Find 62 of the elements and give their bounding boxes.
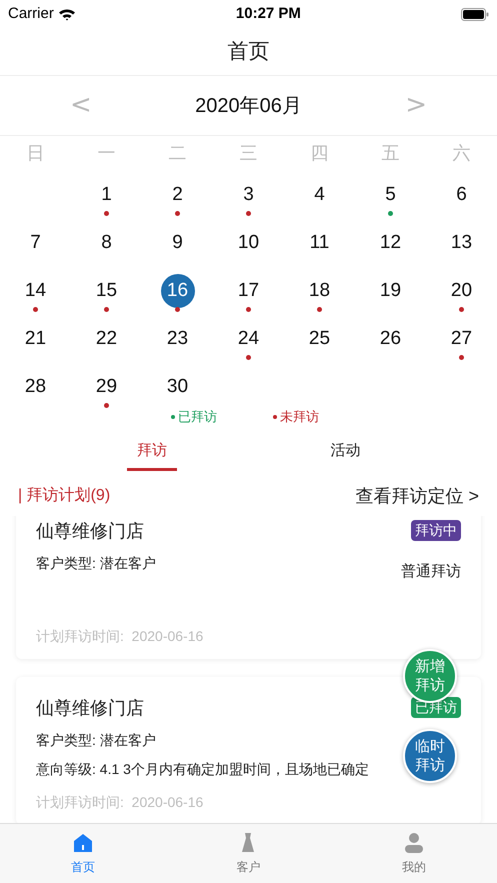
status-tag: 拜访中: [411, 520, 461, 541]
calendar-day[interactable]: 30: [160, 370, 194, 404]
weekday-label: 六: [452, 142, 472, 164]
store-name: 仙尊维修门店: [36, 696, 144, 720]
calendar-day[interactable]: 4: [302, 178, 336, 212]
legend-label: 未拜访: [280, 408, 319, 426]
calendar-day[interactable]: 19: [374, 274, 408, 308]
calendar-day[interactable]: 29: [90, 370, 124, 404]
clock: 10:27 PM: [236, 4, 301, 24]
planned-time: 计划拜访时间: 2020-06-16: [36, 626, 204, 646]
calendar-day[interactable]: 11: [302, 226, 336, 260]
calendar-day[interactable]: 10: [232, 226, 266, 260]
tab-bar-item[interactable]: 我的: [331, 824, 497, 883]
calendar-day[interactable]: 16: [160, 274, 194, 308]
intent-level: 意向等级: 4.1 3个月内有确定加盟时间，且场地已确定: [36, 760, 369, 778]
month-title: 2020年06月: [195, 94, 302, 118]
calendar-day[interactable]: 22: [90, 322, 124, 356]
weekday-label: 四: [310, 142, 330, 164]
calendar-day[interactable]: 17: [232, 274, 266, 308]
calendar-day[interactable]: 8: [90, 226, 124, 260]
visit-type: 普通拜访: [401, 562, 461, 582]
calendar-day[interactable]: 12: [374, 226, 408, 260]
section-tab[interactable]: 活动: [320, 435, 370, 471]
calendar-day[interactable]: 14: [18, 274, 52, 308]
customer-type: 客户类型: 潜在客户: [36, 554, 156, 573]
calendar-day[interactable]: 28: [18, 370, 52, 404]
calendar-day[interactable]: 2: [160, 178, 194, 212]
calendar-day[interactable]: 25: [302, 322, 336, 356]
calendar-day[interactable]: 24: [232, 322, 266, 356]
weekday-label: 五: [380, 142, 400, 164]
calendar-day[interactable]: 23: [160, 322, 194, 356]
calendar-day[interactable]: 7: [18, 226, 52, 260]
calendar-day[interactable]: 3: [232, 178, 266, 212]
calendar-day[interactable]: 26: [374, 322, 408, 356]
weekday-label: 三: [238, 142, 258, 164]
calendar-day[interactable]: 15: [90, 274, 124, 308]
calendar-day[interactable]: 21: [18, 322, 52, 356]
page-title: 首页: [228, 38, 270, 65]
weekday-label: 一: [96, 142, 116, 164]
planned-time: 计划拜访时间: 2020-06-16: [36, 792, 204, 812]
legend-label: 已拜访: [178, 408, 217, 426]
tab-bar-item[interactable]: 首页: [0, 824, 166, 883]
battery-icon: [460, 8, 489, 20]
wifi-icon: [58, 8, 76, 20]
tab-bar-item[interactable]: 客户: [166, 824, 332, 883]
weekday-label: 日: [26, 142, 46, 164]
store-name: 仙尊维修门店: [36, 520, 144, 543]
calendar-day[interactable]: 20: [444, 274, 478, 308]
calendar-day[interactable]: 18: [302, 274, 336, 308]
calendar-day[interactable]: 6: [444, 178, 478, 212]
calendar-day[interactable]: 9: [160, 226, 194, 260]
calendar-day[interactable]: 27: [444, 322, 478, 356]
customer-type: 客户类型: 潜在客户: [36, 730, 156, 750]
calendar-day[interactable]: 13: [444, 226, 478, 260]
plan-heading: | 拜访计划(9): [18, 486, 110, 506]
view-location-link[interactable]: 查看拜访定位 >: [355, 482, 479, 510]
carrier: Carrier: [8, 4, 54, 24]
calendar-day[interactable]: 5: [374, 178, 408, 212]
section-tab[interactable]: 拜访: [126, 435, 177, 471]
visit-card[interactable]: 仙尊维修门店 拜访中 客户类型: 潜在客户 普通拜访 计划拜访时间: 2020-06-16: [16, 516, 481, 658]
calendar-day[interactable]: 1: [90, 178, 124, 212]
weekday-label: 二: [168, 142, 188, 164]
